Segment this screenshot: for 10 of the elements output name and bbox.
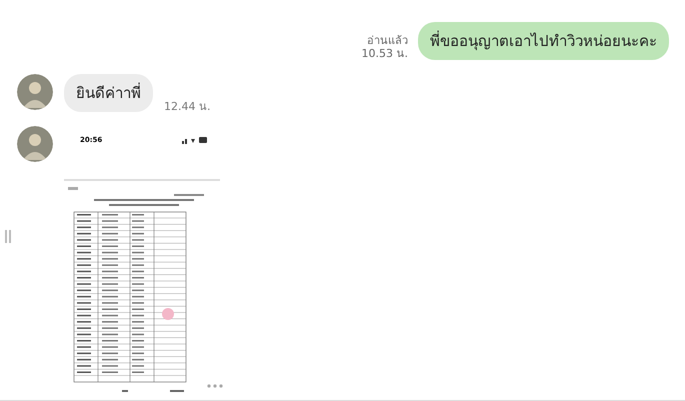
message-bubble: ยินดีค่าาพี่: [64, 74, 153, 112]
read-status: อ่านแล้ว: [367, 34, 408, 47]
message-bubble: พี่ขออนุญาตเอาไปทำวิวหน่อยนะคะ: [418, 22, 669, 60]
more-icon[interactable]: [207, 384, 223, 388]
avatar[interactable]: [17, 74, 53, 110]
avatar[interactable]: [17, 126, 53, 162]
message-time: 10.53 น.: [362, 47, 408, 60]
phone-status-icon: [182, 136, 208, 144]
message-time: 12.44 น.: [164, 99, 210, 115]
resize-handle-icon[interactable]: [5, 230, 11, 243]
